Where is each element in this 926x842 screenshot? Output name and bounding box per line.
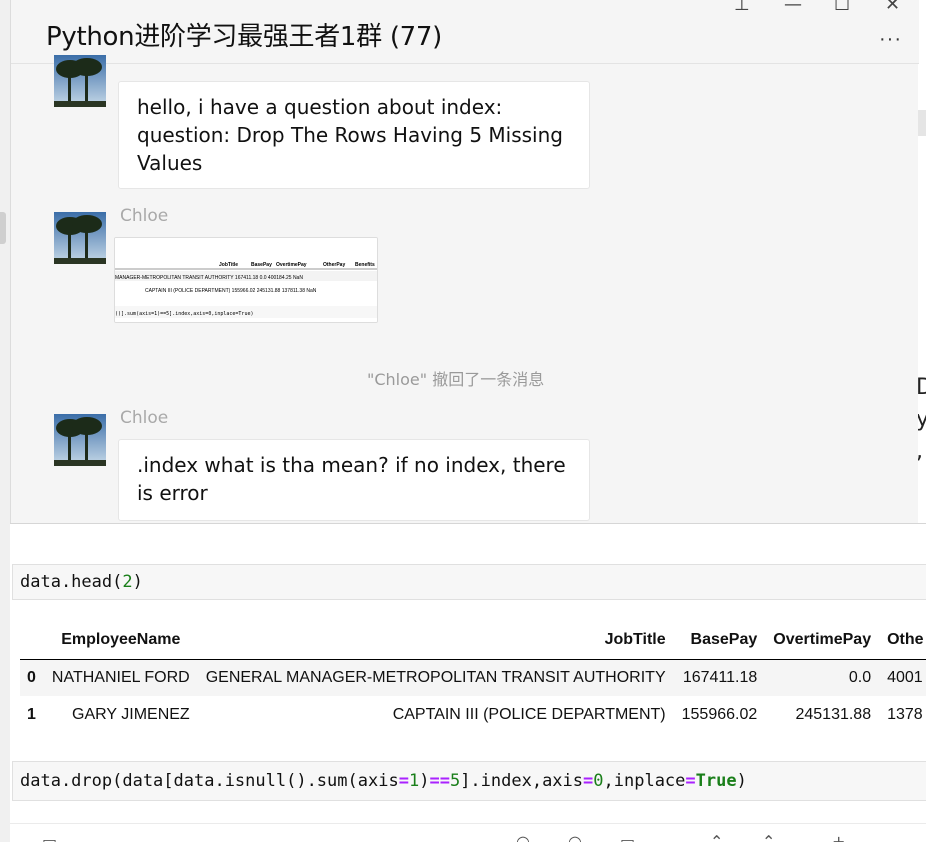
table-cell: 155966.02 [681,705,758,723]
code-cell-drop[interactable]: data.drop(data[data.isnull().sum(axis=1)… [12,761,926,801]
code-cell-head[interactable]: data.head(2) [12,564,926,600]
svg-text:BasePay: BasePay [251,262,272,268]
table-cell: CAPTAIN III (POLICE DEPARTMENT) [392,705,666,723]
column-header: BasePay [690,630,758,648]
background-divider [918,110,926,136]
column-header [20,621,44,659]
more-options-icon[interactable]: ··· [879,28,902,51]
table-cell: GENERAL MANAGER-METROPOLITAN TRANSIT AUT… [205,668,666,686]
maximize-icon[interactable]: ☐ [834,0,850,15]
column-header: JobTitle [604,630,666,648]
svg-text:Benefits: Benefits [355,262,375,268]
background-scroll-tab [0,212,6,244]
avatar[interactable] [54,414,106,466]
table-cell: NATHANIEL FORD [51,668,190,686]
dataframe-table: EmployeeName JobTitle BasePay OvertimePa… [20,621,926,733]
table-row: 1 GARY JIMENEZ CAPTAIN III (POLICE DEPAR… [20,696,926,733]
column-header: EmployeeName [61,630,181,648]
group-title: Python进阶学习最强王者1群 (77) [46,22,443,52]
avatar[interactable] [54,55,106,107]
dataframe-screenshot-image: JobTitle BasePay OvertimePay OtherPay Be… [115,238,377,322]
plus-icon[interactable]: + [832,832,845,842]
column-header: Othe [887,630,924,648]
close-icon[interactable]: ✕ [885,0,900,15]
scissors-icon[interactable]: ⌃ [710,832,723,842]
table-row: 0 NATHANIEL FORD GENERAL MANAGER-METROPO… [20,659,926,696]
table-cell: 0.0 [848,668,872,686]
svg-text:JobTitle: JobTitle [219,262,238,268]
screenshot-icon[interactable]: ○ [568,832,582,842]
folder-icon[interactable]: ▭ [42,832,57,842]
svg-text:OtherPay: OtherPay [323,262,345,268]
bell-icon[interactable]: ⌃ [762,832,775,842]
table-cell: 4001 [887,668,923,686]
minimize-icon[interactable]: — [784,0,802,15]
image-message[interactable]: JobTitle BasePay OvertimePay OtherPay Be… [114,237,378,323]
row-index: 1 [27,705,36,723]
message-bubble[interactable]: .index what is tha mean? if no index, th… [118,439,590,521]
table-cell: 245131.88 [795,705,872,723]
table-cell: GARY JIMENEZ [72,705,190,723]
avatar[interactable] [54,212,106,264]
column-header: OvertimePay [773,630,872,648]
svg-text:OvertimePay: OvertimePay [276,262,307,268]
sender-name: Chloe [120,408,169,428]
chat-header: Python进阶学习最强王者1群 (77) ⊥ — ☐ ✕ ··· [11,0,919,64]
chat-toolbar: ▭ ○ ○ ▭ ⌃ ⌃ + [10,823,926,842]
background-left-panel [0,0,10,842]
svg-text:MANAGER-METROPOLITAN TRANSIT A: MANAGER-METROPOLITAN TRANSIT AUTHORITY 1… [115,275,303,281]
svg-text:CAPTAIN III (POLICE DEPARTMENT: CAPTAIN III (POLICE DEPARTMENT) 155966.0… [145,288,317,294]
table-cell: 167411.18 [682,668,758,686]
chat-window: Python进阶学习最强王者1群 (77) ⊥ — ☐ ✕ ··· hello,… [10,0,919,525]
sender-name: Chloe [120,206,169,226]
system-notice: "Chloe" 撤回了一条消息 [367,370,545,389]
emoji-icon[interactable]: ○ [516,832,530,842]
table-cell: 1378 [887,705,923,723]
notebook-panel: data.head(2) EmployeeName JobTitle BaseP… [10,523,926,842]
svg-text:()].sum(axis=1)==5].index,axis: ()].sum(axis=1)==5].index,axis=0,inplace… [115,311,253,317]
pin-icon[interactable]: ⊥ [734,0,750,15]
row-index: 0 [27,668,36,686]
table-header-row: EmployeeName JobTitle BasePay OvertimePa… [20,621,926,659]
file-icon[interactable]: ▭ [620,832,635,842]
message-bubble[interactable]: hello, i have a question about index: qu… [118,81,590,189]
